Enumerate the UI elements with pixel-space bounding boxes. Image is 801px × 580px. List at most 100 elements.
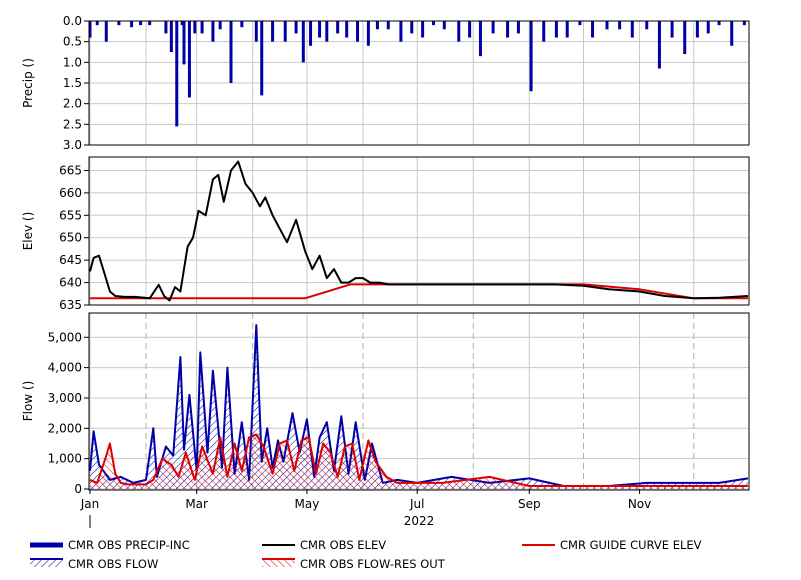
precip-bar — [565, 21, 569, 38]
precip-bar — [410, 21, 414, 34]
precip-bar — [182, 21, 186, 65]
precip-panel: 0.0 0.5 1.0 1.5 2.0 2.5 3.0 Precip () — [21, 14, 750, 152]
precip-bar — [421, 21, 425, 38]
x-tick-label: Nov — [628, 497, 651, 511]
flow-y-axis-label: Flow () — [21, 381, 35, 422]
precip-bar — [457, 21, 461, 42]
legend-label-obs-elev: CMR OBS ELEV — [300, 538, 386, 552]
precip-bar — [670, 21, 674, 38]
precip-bar — [657, 21, 661, 69]
precip-bar — [399, 21, 403, 42]
precip-bar — [478, 21, 482, 57]
precip-tick-label: 1.5 — [63, 76, 82, 90]
precip-bar — [187, 21, 191, 98]
precip-bar — [193, 21, 197, 34]
precip-bar — [578, 21, 582, 26]
flow-tick-label: 4,000 — [48, 361, 82, 375]
precip-bar — [254, 21, 258, 42]
precip-tick-label: 2.0 — [63, 97, 82, 111]
precip-y-ticks: 0.0 0.5 1.0 1.5 2.0 2.5 3.0 — [63, 14, 89, 152]
precip-bar — [240, 21, 244, 28]
flow-areas — [89, 324, 749, 489]
precip-bar — [706, 21, 710, 34]
legend-item-obs-flow: CMR OBS FLOW — [30, 557, 158, 571]
hydrology-chart: 0.0 0.5 1.0 1.5 2.0 2.5 3.0 Precip () 635 640 64… — [21, 14, 750, 571]
precip-bar — [683, 21, 687, 55]
legend-item-guide-curve: CMR GUIDE CURVE ELEV — [522, 538, 702, 552]
precip-bar — [442, 21, 446, 30]
precip-bar — [117, 21, 121, 26]
x-tick-label: May — [295, 497, 320, 511]
precip-y-axis-label: Precip () — [21, 58, 35, 108]
flow-y-ticks: 0 1,000 2,000 3,000 4,000 5,000 — [48, 330, 89, 496]
precip-bar — [164, 21, 168, 34]
precip-bar — [211, 21, 215, 42]
flow-tick-label: 1,000 — [48, 452, 82, 466]
flow-tick-label: 0 — [74, 482, 82, 496]
precip-bar — [375, 21, 379, 30]
precip-bar — [318, 21, 322, 38]
elev-panel: 635 640 645 650 655 660 665 Elev () — [21, 156, 750, 312]
flow-tick-label: 2,000 — [48, 421, 82, 435]
elev-tick-label: 665 — [59, 163, 82, 177]
x-tick-label: Jul — [409, 497, 424, 511]
flow-tick-label: 5,000 — [48, 330, 82, 344]
precip-bar — [200, 21, 204, 34]
precip-bar — [554, 21, 558, 38]
precip-bar — [130, 21, 134, 28]
legend-swatch-res-out — [262, 559, 295, 567]
legend-swatch-obs-flow — [30, 559, 63, 567]
precip-bar — [169, 21, 173, 52]
precip-tick-label: 0.5 — [63, 35, 82, 49]
elev-tick-label: 660 — [59, 186, 82, 200]
precip-bar — [309, 21, 313, 46]
legend-label-res-out: CMR OBS FLOW-RES OUT — [300, 557, 446, 571]
precip-bar — [516, 21, 520, 34]
precip-bar — [717, 21, 721, 26]
precip-bar — [542, 21, 546, 42]
precip-bar — [139, 21, 143, 26]
precip-bar — [175, 21, 179, 127]
elev-tick-label: 650 — [59, 231, 82, 245]
precip-bar — [386, 21, 390, 30]
legend-item-obs-elev: CMR OBS ELEV — [262, 538, 386, 552]
precip-bar — [618, 21, 622, 30]
legend-item-precip: CMR OBS PRECIP-INC — [30, 538, 190, 552]
precip-bar — [529, 21, 533, 92]
precip-tick-label: 0.0 — [63, 14, 82, 28]
precip-bar — [294, 21, 298, 34]
x-axis-year-label: 2022 — [404, 514, 435, 528]
precip-bar — [645, 21, 649, 30]
flow-tick-label: 3,000 — [48, 391, 82, 405]
precip-bar — [271, 21, 275, 42]
elev-lines — [89, 160, 749, 302]
precip-tick-label: 3.0 — [63, 138, 82, 152]
elev-y-axis-label: Elev () — [21, 212, 35, 251]
legend-label-obs-flow: CMR OBS FLOW — [68, 557, 158, 571]
precip-bar — [325, 21, 329, 42]
precip-bar — [506, 21, 510, 38]
precip-bar — [95, 21, 99, 26]
precip-bar — [591, 21, 595, 38]
elev-grid — [89, 157, 749, 306]
precip-bar — [104, 21, 108, 42]
legend-item-res-out: CMR OBS FLOW-RES OUT — [262, 557, 446, 571]
precip-bar — [148, 21, 152, 26]
x-tick-label: Sep — [518, 497, 541, 511]
x-tick-label: Mar — [185, 497, 208, 511]
precip-bar — [468, 21, 472, 38]
precip-tick-label: 2.5 — [63, 117, 82, 131]
elev-series-obs-elev — [89, 160, 749, 302]
legend-label-precip: CMR OBS PRECIP-INC — [68, 538, 190, 552]
precip-bar — [431, 21, 435, 26]
precip-bar — [695, 21, 699, 38]
elev-series-guide-curve — [90, 283, 748, 300]
x-axis-ticks: Jan Mar May Jul Sep Nov — [80, 489, 651, 511]
precip-tick-label: 1.0 — [63, 55, 82, 69]
precip-bar — [366, 21, 370, 46]
x-tick-label: Jan — [80, 497, 100, 511]
elev-tick-label: 640 — [59, 276, 82, 290]
legend-label-guide-curve: CMR GUIDE CURVE ELEV — [560, 538, 702, 552]
precip-bar — [345, 21, 349, 38]
elev-y-ticks: 635 640 645 650 655 660 665 — [59, 163, 89, 312]
